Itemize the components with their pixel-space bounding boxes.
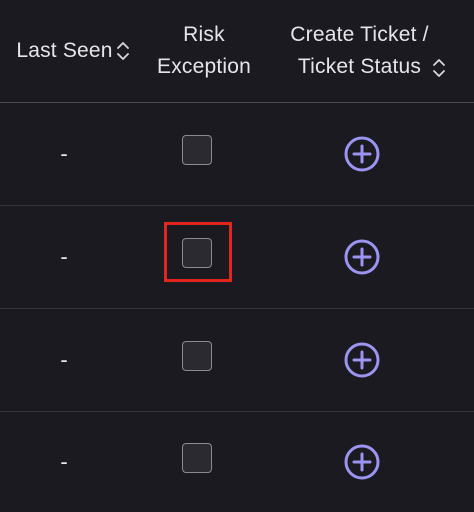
column-label-create-ticket: Create Ticket / bbox=[290, 23, 429, 46]
last-seen-cell: - bbox=[0, 206, 128, 308]
create-ticket-cell bbox=[262, 411, 462, 512]
risk-exception-cell bbox=[146, 309, 248, 411]
column-header-risk-exception: Risk Exception bbox=[146, 0, 262, 102]
last-seen-cell: - bbox=[0, 309, 128, 411]
last-seen-value: - bbox=[60, 244, 68, 269]
risk-exception-checkbox[interactable] bbox=[182, 443, 212, 473]
last-seen-value: - bbox=[60, 347, 68, 372]
table-row: - bbox=[0, 206, 474, 309]
risk-exception-cell bbox=[146, 103, 248, 205]
table-row: - bbox=[0, 309, 474, 412]
table-row: - bbox=[0, 411, 474, 512]
column-label-ticket-status: Ticket Status bbox=[297, 55, 422, 78]
plus-circle-icon[interactable] bbox=[343, 443, 381, 481]
risk-exception-checkbox[interactable] bbox=[182, 135, 212, 165]
create-ticket-cell bbox=[262, 103, 462, 205]
last-seen-cell: - bbox=[0, 411, 128, 512]
column-header-last-seen[interactable]: Last Seen bbox=[0, 0, 146, 102]
risk-exception-cell bbox=[146, 411, 248, 512]
column-label-risk: Risk bbox=[183, 23, 225, 46]
risk-exception-checkbox[interactable] bbox=[182, 238, 212, 268]
create-ticket-cell bbox=[262, 206, 462, 308]
column-header-create-ticket[interactable]: Create Ticket / Ticket Status bbox=[262, 0, 474, 102]
column-label-last-seen: Last Seen bbox=[16, 39, 113, 62]
plus-circle-icon[interactable] bbox=[343, 135, 381, 173]
risk-exception-cell bbox=[146, 206, 248, 308]
risk-exception-checkbox[interactable] bbox=[182, 341, 212, 371]
sort-icon[interactable] bbox=[432, 56, 446, 80]
last-seen-value: - bbox=[60, 141, 68, 166]
create-ticket-cell bbox=[262, 309, 462, 411]
table-header: Last Seen Risk Exception Create Ticket /… bbox=[0, 0, 474, 103]
last-seen-value: - bbox=[60, 449, 68, 474]
column-label-exception: Exception bbox=[156, 55, 252, 78]
findings-table: Last Seen Risk Exception Create Ticket /… bbox=[0, 0, 474, 512]
table-row: - bbox=[0, 103, 474, 206]
sort-icon[interactable] bbox=[116, 39, 130, 63]
plus-circle-icon[interactable] bbox=[343, 238, 381, 276]
plus-circle-icon[interactable] bbox=[343, 341, 381, 379]
last-seen-cell: - bbox=[0, 103, 128, 205]
